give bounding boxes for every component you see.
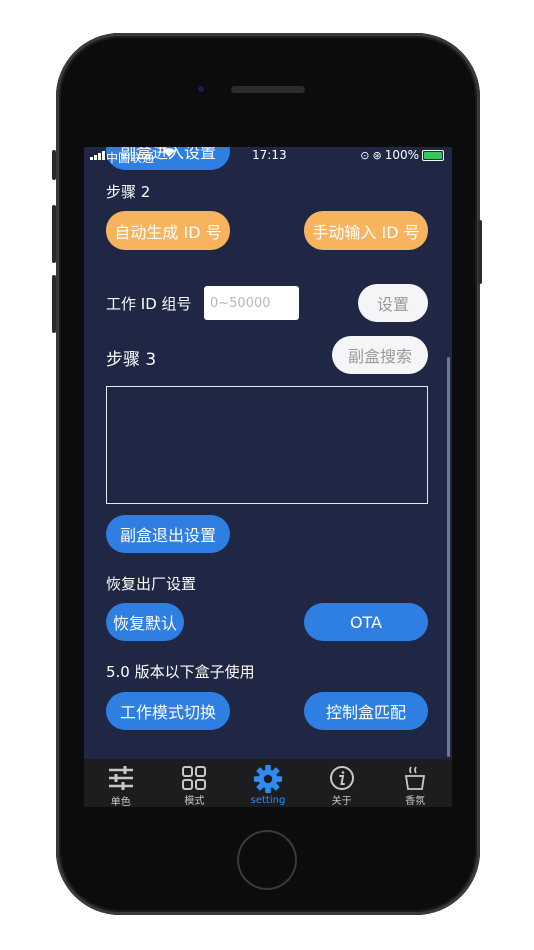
status-time: 17:13 — [252, 148, 287, 162]
sub-search-button[interactable]: 副盒搜索 — [332, 336, 428, 374]
auto-generate-id-button[interactable]: 自动生成 ID 号 — [106, 211, 230, 250]
gear-icon — [253, 764, 283, 794]
sliders-icon — [106, 764, 136, 792]
tab-bar: 单色 模式 setting 关于 香氛 — [84, 759, 452, 807]
tab-about[interactable]: 关于 — [305, 759, 379, 807]
battery-percent: 100% — [384, 148, 419, 162]
app-screen: 副盒进入设置 中国联通 17:13 ⊙ ⊛ 100% 步骤 2 自动生成 ID … — [84, 147, 452, 807]
tab-label: 香氛 — [405, 796, 426, 807]
power-button — [478, 220, 482, 284]
tab-aroma[interactable]: 香氛 — [378, 759, 452, 807]
status-right: ⊙ ⊛ 100% — [360, 148, 444, 162]
manual-input-id-button[interactable]: 手动输入 ID 号 — [304, 211, 428, 250]
tab-label: 关于 — [331, 796, 352, 807]
battery-icon — [422, 149, 444, 161]
status-bar: 中国联通 17:13 ⊙ ⊛ 100% — [84, 147, 452, 165]
aroma-cup-icon — [400, 764, 430, 791]
grid-icon — [179, 764, 209, 791]
control-box-match-button[interactable]: 控制盒匹配 — [304, 692, 428, 730]
work-id-label: 工作 ID 组号 — [106, 295, 192, 313]
home-button[interactable] — [239, 832, 295, 888]
step2-label: 步骤 2 — [106, 183, 151, 201]
tab-setting[interactable]: setting — [231, 759, 305, 807]
work-id-input[interactable] — [204, 286, 299, 320]
earpiece-speaker — [231, 86, 305, 93]
info-icon — [327, 764, 357, 791]
alarm-icon: ⊙ — [360, 148, 370, 162]
tab-label: setting — [250, 795, 286, 806]
signal-icon — [90, 151, 105, 160]
rotation-lock-icon: ⊛ — [372, 148, 382, 162]
set-button[interactable]: 设置 — [358, 284, 428, 322]
sub-exit-settings-button[interactable]: 副盒退出设置 — [106, 515, 230, 553]
tab-single-color[interactable]: 单色 — [84, 759, 158, 807]
tab-mode[interactable]: 模式 — [158, 759, 232, 807]
wifi-icon — [162, 147, 176, 161]
tab-label: 单色 — [110, 797, 131, 807]
ota-button[interactable]: OTA — [304, 603, 428, 641]
scrollbar[interactable] — [447, 357, 450, 757]
carrier-name: 中国联通 — [106, 151, 155, 165]
tab-label: 模式 — [184, 796, 205, 807]
settings-content: 副盒进入设置 中国联通 17:13 ⊙ ⊛ 100% 步骤 2 自动生成 ID … — [84, 147, 452, 759]
step3-label: 步骤 3 — [106, 350, 157, 370]
work-mode-switch-button[interactable]: 工作模式切换 — [106, 692, 230, 730]
legacy-version-label: 5.0 版本以下盒子使用 — [106, 663, 255, 681]
front-camera — [195, 83, 207, 95]
device-list-box[interactable] — [106, 386, 428, 504]
factory-reset-label: 恢复出厂设置 — [106, 575, 197, 593]
volume-down-button — [52, 275, 56, 333]
silent-switch — [52, 150, 56, 180]
volume-up-button — [52, 205, 56, 263]
restore-default-button[interactable]: 恢复默认 — [106, 603, 184, 641]
